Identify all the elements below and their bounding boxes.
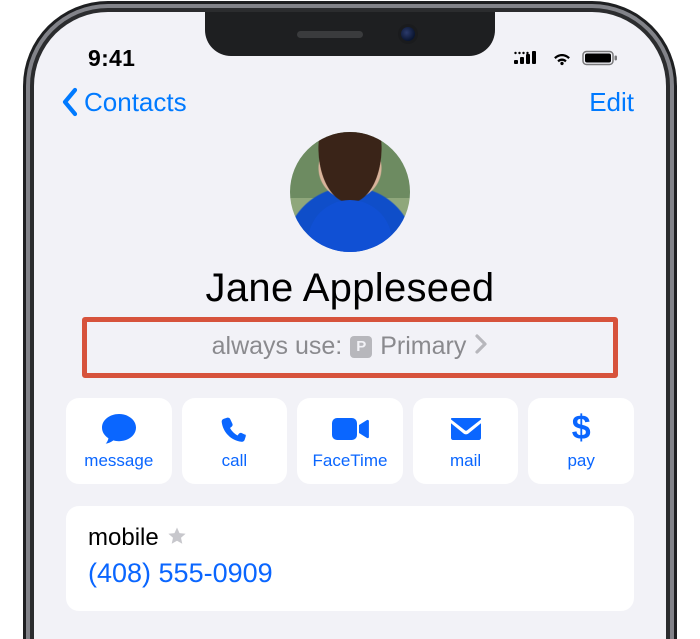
action-row: message call FaceTime mail [48,378,652,484]
phone-type-label: mobile [88,524,159,552]
phone-number: (408) 555-0909 [88,558,612,589]
facetime-button[interactable]: FaceTime [297,398,403,484]
screen: 9:41 [48,26,652,625]
chevron-left-icon [58,86,82,118]
message-label: message [84,451,153,471]
always-use-value: Primary [380,332,466,361]
message-button[interactable]: message [66,398,172,484]
mail-button[interactable]: mail [413,398,519,484]
chevron-right-icon [474,333,488,360]
phone-icon [219,412,249,446]
star-icon [167,526,187,551]
avatar[interactable] [290,132,410,252]
edit-button[interactable]: Edit [589,87,634,118]
contact-name: Jane Appleseed [206,266,495,311]
pay-label: pay [567,451,594,471]
mail-label: mail [450,451,481,471]
contact-header: Jane Appleseed [48,128,652,311]
speaker-grille [297,31,363,38]
back-label: Contacts [84,87,187,118]
always-use-row[interactable]: always use: P Primary [82,317,618,378]
primary-sim-badge-icon: P [350,336,372,358]
facetime-label: FaceTime [313,451,388,471]
notch [205,12,495,56]
mail-icon [449,412,483,446]
signal-icon [514,50,542,66]
wifi-icon [550,50,574,66]
pay-button[interactable]: $ pay [528,398,634,484]
dollar-icon: $ [572,412,591,446]
status-icons [514,50,618,66]
call-label: call [222,451,248,471]
phone-frame: 9:41 [30,8,670,639]
front-camera [401,27,415,41]
phone-number-row[interactable]: mobile (408) 555-0909 [66,506,634,611]
always-use-label: always use: [212,332,343,361]
nav-bar: Contacts Edit [48,80,652,128]
battery-icon [582,50,618,66]
status-time: 9:41 [88,45,135,72]
back-button[interactable]: Contacts [58,86,187,118]
message-icon [100,412,138,446]
video-icon [330,412,370,446]
call-button[interactable]: call [182,398,288,484]
